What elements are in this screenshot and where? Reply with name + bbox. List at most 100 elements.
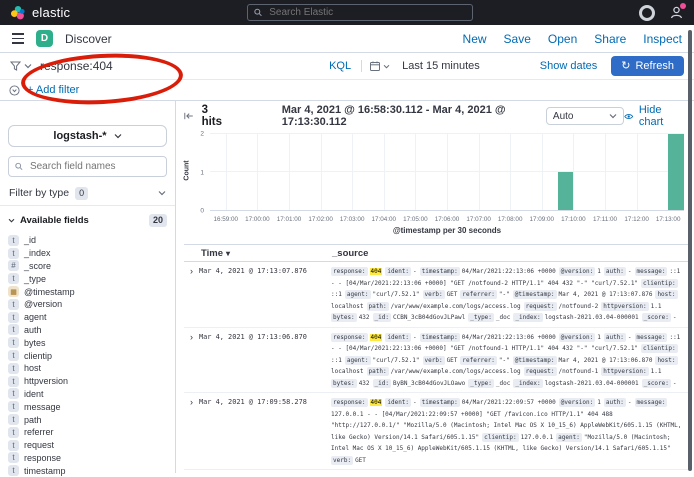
- menu-icon[interactable]: [12, 33, 24, 43]
- field-chip: _index:: [513, 313, 542, 322]
- field-value: 1: [597, 268, 601, 275]
- chevron-down-icon: [114, 133, 122, 139]
- string-field-icon: t: [8, 440, 19, 451]
- timepicker-value[interactable]: Last 15 minutes: [402, 60, 480, 72]
- field-sidebar: logstash-* Filter by type 0 Available fi…: [0, 101, 176, 473]
- row-source: response:404ident:-timestamp:04/Mar/2021…: [331, 266, 688, 324]
- field-name: ident: [24, 389, 44, 399]
- available-fields-header[interactable]: Available fields 20: [8, 214, 167, 227]
- field-value: 1.1: [651, 368, 662, 375]
- field-item-httpversion[interactable]: thttpversion: [8, 375, 167, 388]
- show-dates-button[interactable]: Show dates: [540, 60, 597, 72]
- sort-desc-icon: ▾: [226, 249, 230, 258]
- add-filter-button[interactable]: + Add filter: [27, 84, 79, 96]
- filter-icon[interactable]: [10, 61, 21, 71]
- string-field-icon: t: [8, 350, 19, 361]
- expand-row-button[interactable]: ›: [184, 332, 199, 342]
- field-chip: ident:: [385, 398, 411, 407]
- field-item-clientip[interactable]: tclientip: [8, 349, 167, 362]
- highlighted-value: 404: [370, 268, 383, 275]
- time-range-label: Mar 4, 2021 @ 16:58:30.112 - Mar 4, 2021…: [282, 104, 536, 128]
- notification-dot: [680, 3, 686, 9]
- global-search[interactable]: [247, 4, 473, 21]
- vertical-scrollbar[interactable]: [688, 30, 692, 471]
- field-item-bytes[interactable]: tbytes: [8, 336, 167, 349]
- x-tick-label: 17:03:00: [340, 216, 365, 223]
- nav-action-open[interactable]: Open: [548, 32, 577, 46]
- field-chip: timestamp:: [420, 398, 460, 407]
- field-item-message[interactable]: tmessage: [8, 400, 167, 413]
- field-value: 404: [370, 268, 383, 275]
- user-avatar[interactable]: [669, 5, 684, 20]
- field-item-referrer[interactable]: treferrer: [8, 426, 167, 439]
- field-item-timestamp[interactable]: ttimestamp: [8, 464, 167, 477]
- field-item-host[interactable]: thost: [8, 362, 167, 375]
- chevron-down-icon[interactable]: [24, 63, 32, 69]
- collapse-sidebar-icon[interactable]: [184, 111, 194, 121]
- time-column-header[interactable]: Time ▾: [184, 248, 332, 259]
- refresh-button-label: Refresh: [635, 60, 674, 72]
- interval-select[interactable]: Auto: [546, 107, 624, 125]
- field-item-score[interactable]: #_score: [8, 260, 167, 273]
- field-item-id[interactable]: t_id: [8, 234, 167, 247]
- elastic-logo[interactable]: elastic: [10, 5, 70, 21]
- field-name: message: [24, 402, 61, 412]
- discover-app-icon[interactable]: D: [36, 30, 53, 47]
- filter-by-type[interactable]: Filter by type 0: [0, 181, 175, 206]
- field-value: 1.1: [651, 303, 662, 310]
- refresh-button[interactable]: ↻ Refresh: [611, 56, 684, 76]
- doc-table-row: ›Mar 4, 2021 @ 17:13:06.870response:404i…: [184, 328, 688, 394]
- nav-action-save[interactable]: Save: [504, 32, 531, 46]
- field-chip: ident:: [385, 333, 411, 342]
- kql-button[interactable]: KQL: [329, 60, 362, 72]
- field-chip: @version:: [559, 267, 596, 276]
- refresh-icon: ↻: [621, 61, 630, 72]
- expand-row-button[interactable]: ›: [184, 397, 199, 407]
- field-chip: timestamp:: [420, 333, 460, 342]
- field-chip: response:: [331, 267, 368, 276]
- field-chip: _id:: [373, 379, 391, 388]
- field-item-ident[interactable]: tident: [8, 388, 167, 401]
- x-tick-label: 16:59:00: [214, 216, 239, 223]
- field-value: _doc: [496, 314, 510, 321]
- string-field-icon: t: [8, 312, 19, 323]
- global-search-input[interactable]: [267, 6, 466, 19]
- plot-area[interactable]: [210, 134, 684, 211]
- nav-action-inspect[interactable]: Inspect: [643, 32, 682, 46]
- nav-action-share[interactable]: Share: [594, 32, 626, 46]
- saved-query-icon[interactable]: [9, 85, 20, 96]
- string-field-icon: t: [8, 376, 19, 387]
- y-tick-label: 1: [200, 169, 204, 176]
- histogram-bar[interactable]: [558, 172, 574, 210]
- field-item-agent[interactable]: tagent: [8, 311, 167, 324]
- field-item-auth[interactable]: tauth: [8, 324, 167, 337]
- field-value: 04/Mar/2021:22:09:57 +0000: [462, 399, 556, 406]
- string-field-icon: t: [8, 465, 19, 476]
- field-item-version[interactable]: t@version: [8, 298, 167, 311]
- field-search-input[interactable]: [28, 160, 160, 173]
- string-field-icon: t: [8, 248, 19, 259]
- expand-row-button[interactable]: ›: [184, 266, 199, 276]
- field-item-response[interactable]: tresponse: [8, 452, 167, 465]
- breadcrumb[interactable]: Discover: [65, 32, 112, 46]
- index-pattern-select[interactable]: logstash-*: [8, 125, 167, 147]
- hide-chart-button[interactable]: Hide chart: [624, 104, 682, 128]
- histogram-bar[interactable]: [668, 134, 684, 210]
- field-item-timestamp[interactable]: ▦@timestamp: [8, 285, 167, 298]
- deployment-icon[interactable]: [639, 5, 655, 21]
- field-chip: response:: [331, 333, 368, 342]
- query-input[interactable]: response:404: [40, 59, 113, 73]
- field-item-index[interactable]: t_index: [8, 247, 167, 260]
- calendar-icon: [370, 61, 380, 71]
- source-column-header: _source: [332, 248, 368, 259]
- field-value: /notfound-1: [559, 368, 599, 375]
- field-search[interactable]: [8, 156, 167, 177]
- field-item-request[interactable]: trequest: [8, 439, 167, 452]
- field-value: _doc: [496, 380, 510, 387]
- nav-action-new[interactable]: New: [463, 32, 487, 46]
- field-item-path[interactable]: tpath: [8, 413, 167, 426]
- date-quick-select-button[interactable]: [362, 61, 398, 71]
- doc-table-row: ›Mar 4, 2021 @ 17:09:58.278response:404i…: [184, 393, 688, 470]
- field-item-type[interactable]: t_type: [8, 272, 167, 285]
- row-time: Mar 4, 2021 @ 17:09:58.278: [199, 397, 331, 406]
